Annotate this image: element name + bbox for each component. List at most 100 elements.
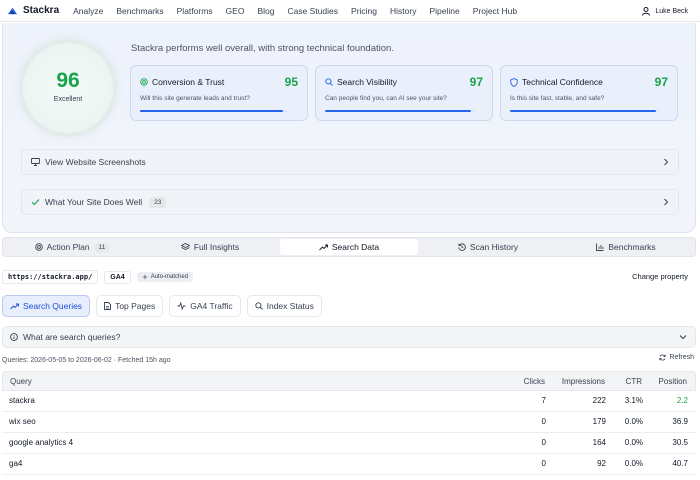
cell-impressions: 222	[592, 396, 606, 405]
card-score: 97	[654, 75, 668, 89]
search-data-subtabs: Search Queries Top Pages GA4 Traffic Ind…	[2, 295, 328, 317]
accordion-label: What are search queries?	[23, 332, 121, 342]
column-header-clicks[interactable]: Clicks	[524, 372, 545, 392]
nav-link-pricing[interactable]: Pricing	[351, 6, 377, 16]
monitor-icon	[31, 158, 40, 166]
tab-label: Search Data	[331, 242, 380, 252]
subtab-label: Index Status	[266, 301, 314, 311]
nav-links: Analyze Benchmarks Platforms GEO Blog Ca…	[73, 6, 530, 16]
cell-position: 36.9	[672, 417, 688, 426]
chevron-right-icon	[664, 198, 669, 206]
search-queries-table: Query Clicks Impressions CTR Position st…	[2, 371, 696, 475]
category-card-technical-confidence[interactable]: Technical Confidence 97 Is this site fas…	[500, 65, 678, 121]
score-overview-panel: 96 Excellent Stackra performs well overa…	[2, 23, 696, 233]
table-row[interactable]: ga4 0 92 0.0% 40.7	[2, 454, 696, 475]
user-icon	[642, 6, 651, 16]
subtab-label: GA4 Traffic	[190, 301, 233, 311]
table-row[interactable]: stackra 7 222 3.1% 2.2	[2, 391, 696, 412]
auto-matched-badge: Auto-matched	[136, 272, 194, 282]
file-icon	[104, 302, 112, 310]
tab-search-data[interactable]: Search Data	[280, 239, 418, 255]
nav-link-benchmarks[interactable]: Benchmarks	[116, 6, 163, 16]
site-does-well-accordion[interactable]: What Your Site Does Well 23	[21, 189, 679, 215]
main-tabs: Action Plan 11 Full Insights Search Data…	[2, 237, 696, 257]
column-header-position[interactable]: Position	[659, 372, 687, 392]
cell-clicks: 0	[541, 438, 546, 447]
subtab-label: Top Pages	[115, 301, 156, 311]
nav-link-analyze[interactable]: Analyze	[73, 6, 103, 16]
card-progress-fill	[510, 110, 656, 112]
nav-link-blog[interactable]: Blog	[257, 6, 274, 16]
subtab-index-status[interactable]: Index Status	[246, 295, 322, 317]
target-icon	[140, 78, 148, 86]
cell-impressions: 92	[597, 459, 606, 468]
activity-icon	[177, 302, 186, 310]
chevron-right-icon	[664, 158, 669, 166]
card-title-row: Search Visibility	[325, 77, 397, 87]
subtab-search-queries[interactable]: Search Queries	[2, 295, 91, 317]
bar-chart-icon	[596, 243, 604, 251]
refresh-button[interactable]: Refresh	[659, 354, 694, 361]
score-summary: Stackra performs well overall, with stro…	[131, 43, 394, 54]
cell-position: 30.5	[672, 438, 688, 447]
cell-query: google analytics 4	[9, 438, 74, 447]
query-meta-row: Queries: 2026-05-05 to 2026-06-02 · Fetc…	[2, 354, 696, 366]
property-row: https://stackra.app/ GA4 Auto-matched Ch…	[2, 268, 696, 286]
nav-link-case-studies[interactable]: Case Studies	[287, 6, 338, 16]
table-row[interactable]: google analytics 4 0 164 0.0% 30.5	[2, 433, 696, 454]
subtab-top-pages[interactable]: Top Pages	[96, 295, 164, 317]
nav-link-pipeline[interactable]: Pipeline	[429, 6, 459, 16]
tab-benchmarks[interactable]: Benchmarks	[557, 238, 695, 256]
sparkle-icon	[141, 274, 148, 280]
cell-impressions: 164	[592, 438, 606, 447]
top-navigation: Stackra Analyze Benchmarks Platforms GEO…	[0, 0, 700, 22]
cell-position: 2.2	[676, 396, 688, 405]
column-header-query[interactable]: Query	[10, 372, 32, 392]
count-badge: 23	[149, 196, 167, 208]
nav-link-geo[interactable]: GEO	[226, 6, 245, 16]
tab-count-badge: 11	[94, 242, 110, 252]
category-card-conversion[interactable]: Conversion & Trust 95 Will this site gen…	[130, 65, 308, 121]
tab-action-plan[interactable]: Action Plan 11	[3, 238, 141, 256]
view-screenshots-accordion[interactable]: View Website Screenshots	[21, 149, 679, 175]
cell-query: stackra	[9, 396, 35, 405]
user-menu[interactable]: Luke Beck	[642, 0, 688, 22]
tab-label: Full Insights	[193, 242, 240, 252]
tab-scan-history[interactable]: Scan History	[419, 238, 557, 256]
column-header-ctr[interactable]: CTR	[626, 372, 642, 392]
cell-clicks: 0	[541, 459, 546, 468]
nav-link-history[interactable]: History	[390, 6, 416, 16]
cell-impressions: 179	[592, 417, 606, 426]
target-icon	[34, 243, 43, 251]
card-progress-bar	[325, 110, 475, 112]
overall-score-label: Excellent	[53, 96, 83, 103]
change-property-link[interactable]: Change property	[632, 272, 688, 281]
card-title: Search Visibility	[337, 77, 397, 87]
brand-logo[interactable]: Stackra	[7, 5, 59, 16]
cell-ctr: 0.0%	[624, 417, 643, 426]
stackra-logo-icon	[7, 7, 18, 15]
cell-query: ga4	[9, 459, 23, 468]
nav-link-platforms[interactable]: Platforms	[177, 6, 213, 16]
tab-label: Action Plan	[46, 242, 90, 252]
refresh-icon	[659, 354, 667, 361]
cell-query: wix seo	[9, 417, 36, 426]
table-row[interactable]: wix seo 0 179 0.0% 36.9	[2, 412, 696, 433]
nav-link-project-hub[interactable]: Project Hub	[473, 6, 517, 16]
card-description: Will this site generate leads and trust?	[140, 95, 250, 102]
cell-position: 40.7	[672, 459, 688, 468]
search-icon	[254, 302, 263, 310]
cell-ctr: 0.0%	[624, 438, 643, 447]
cell-clicks: 7	[541, 396, 546, 405]
info-icon	[10, 333, 18, 341]
what-are-search-queries-accordion[interactable]: What are search queries?	[2, 326, 696, 348]
card-title-row: Conversion & Trust	[140, 77, 224, 87]
tab-full-insights[interactable]: Full Insights	[141, 238, 279, 256]
check-icon	[31, 198, 40, 206]
column-header-impressions[interactable]: Impressions	[562, 372, 605, 392]
category-card-search-visibility[interactable]: Search Visibility 97 Can people find you…	[315, 65, 493, 121]
brand-name: Stackra	[23, 5, 60, 16]
subtab-ga4-traffic[interactable]: GA4 Traffic	[169, 295, 241, 317]
query-date-range: Queries: 2026-05-05 to 2026-06-02 · Fetc…	[2, 357, 171, 364]
overall-score: 96	[56, 69, 80, 92]
